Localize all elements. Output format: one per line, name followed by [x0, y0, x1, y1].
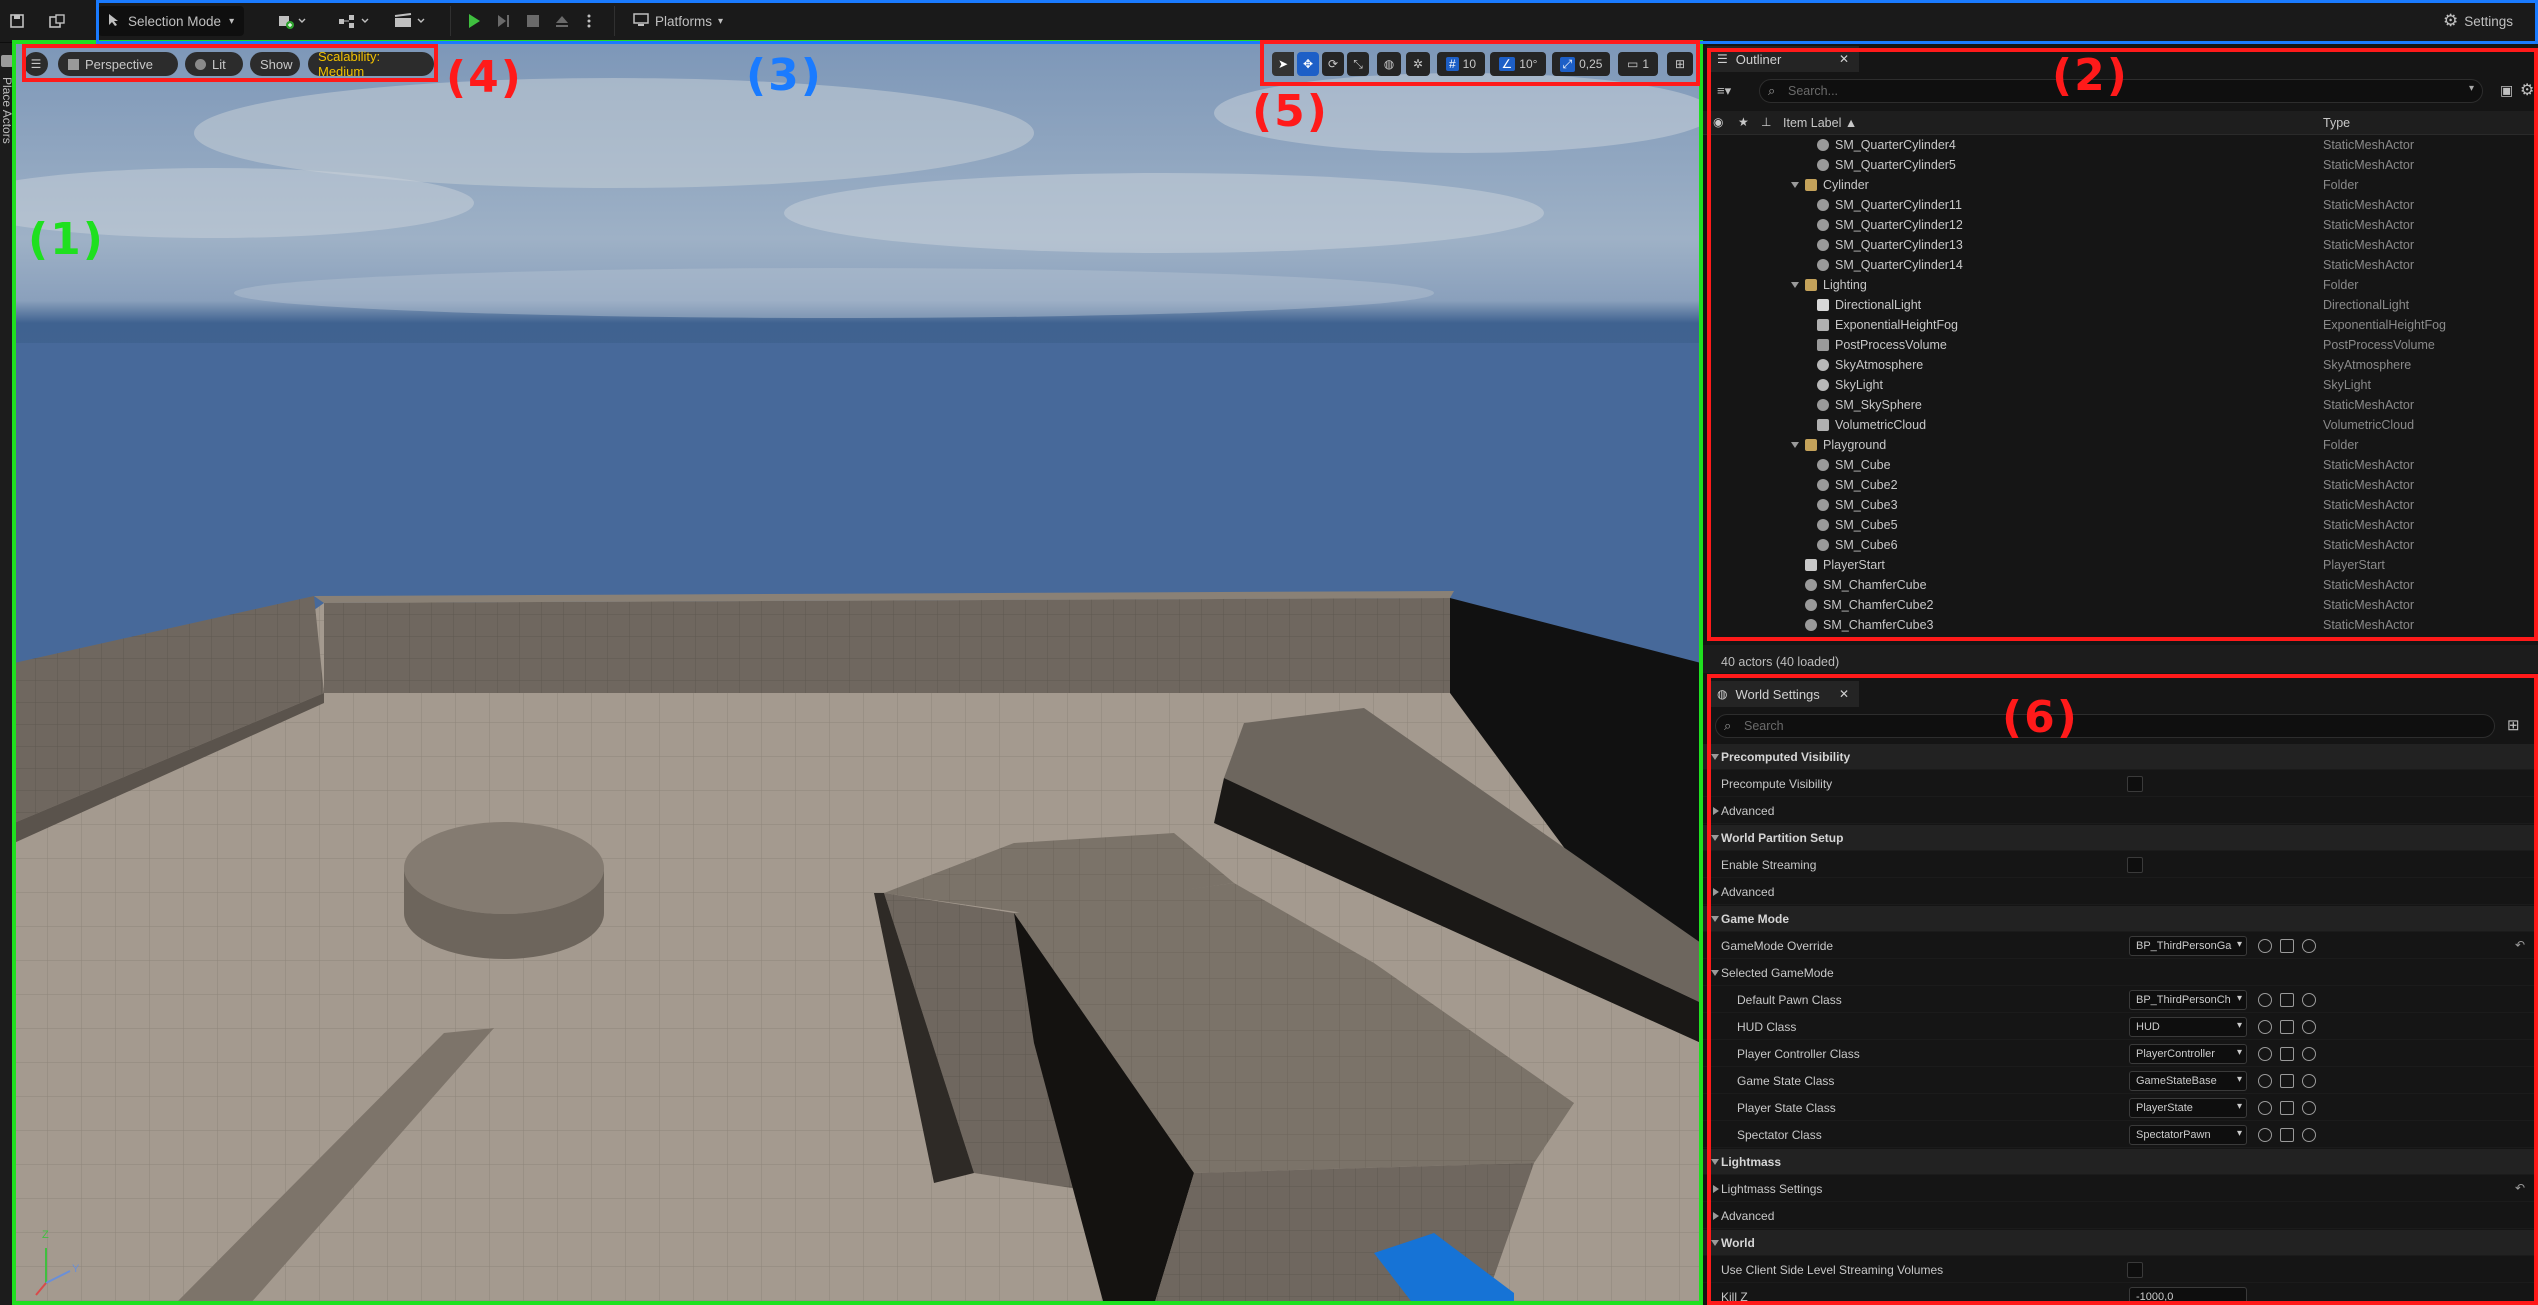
annotation-label-1: (1) — [28, 214, 105, 265]
content-browser-icon[interactable] — [44, 6, 70, 36]
annotation-box-viewport-options — [22, 44, 438, 82]
annotation-label-2: (2) — [2052, 50, 2129, 101]
outliner-status: 40 actors (40 loaded) — [1703, 645, 2538, 673]
annotation-label-5: (5) — [1252, 86, 1329, 137]
annotation-label-4: (4) — [446, 52, 523, 103]
annotation-box-viewport — [12, 40, 1703, 1305]
annotation-box-world-settings — [1707, 674, 2538, 1305]
annotation-label-6: (6) — [2002, 692, 2079, 743]
annotation-box-toolbar — [96, 0, 2538, 44]
save-icon[interactable] — [4, 6, 30, 36]
annotation-box-outliner — [1707, 48, 2538, 641]
annotation-box-transform-tools — [1260, 40, 1700, 86]
annotation-label-3: (3) — [746, 50, 823, 101]
